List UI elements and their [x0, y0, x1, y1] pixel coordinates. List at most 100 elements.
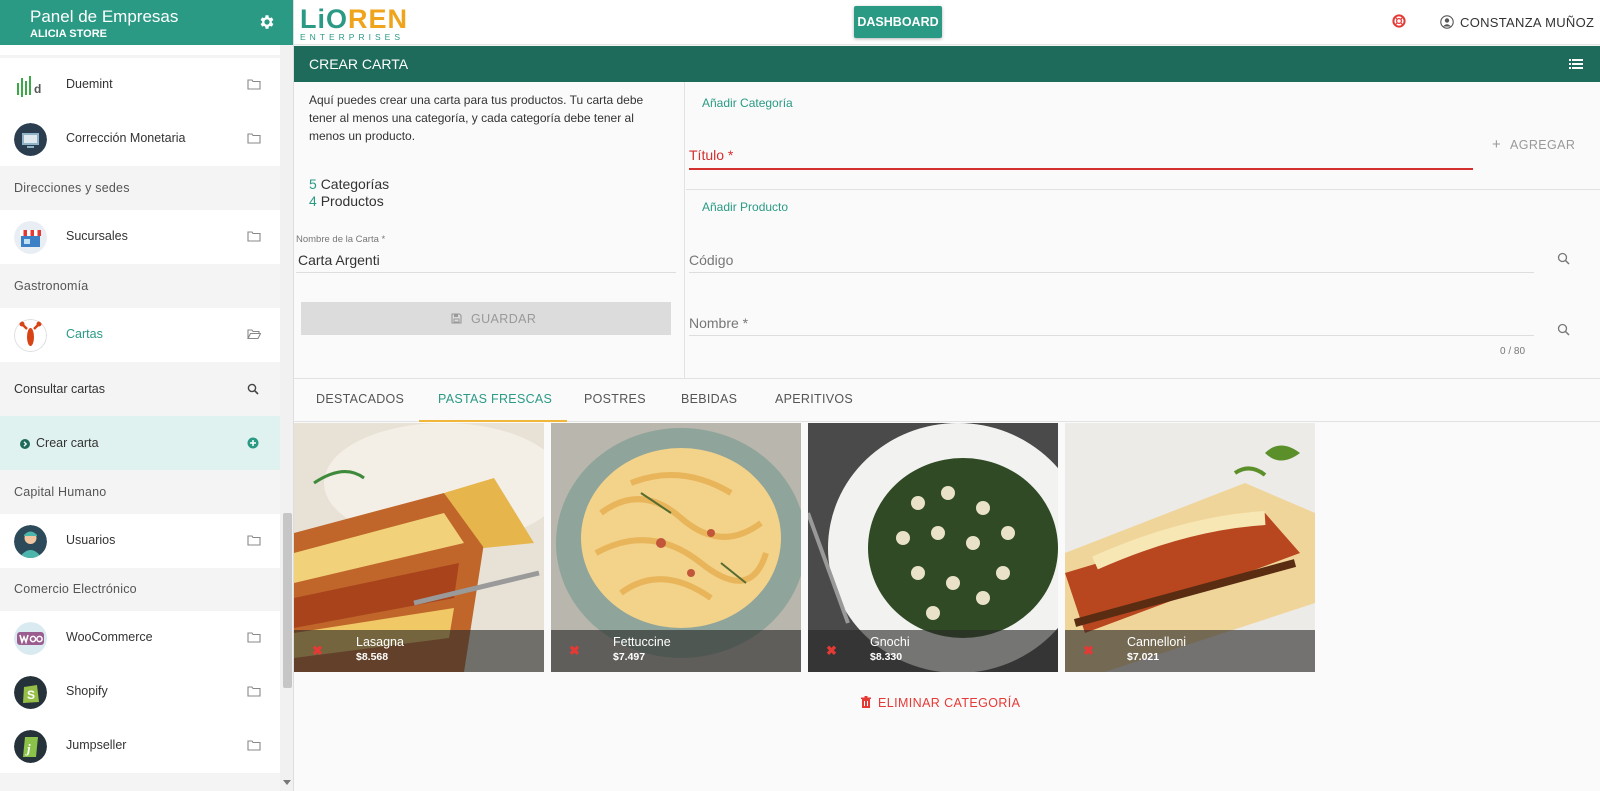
panel-title: CREAR CARTA: [309, 56, 409, 72]
section-header-direcciones: Direcciones y sedes: [14, 181, 130, 195]
gear-icon[interactable]: [258, 13, 276, 31]
nombre-underline: [689, 335, 1534, 336]
products-label: Productos: [320, 193, 384, 209]
logo-text-a: LiO: [300, 4, 348, 34]
save-icon: [451, 313, 462, 324]
sidebar-item-label: Corrección Monetaria: [66, 131, 186, 145]
sidebar-item-label: WooCommerce: [66, 630, 153, 644]
remove-product-icon[interactable]: ✖: [826, 643, 837, 659]
dashboard-button[interactable]: DASHBOARD: [854, 6, 942, 38]
sidebar-item-label: Sucursales: [66, 229, 128, 243]
search-icon: [247, 383, 259, 395]
product-card[interactable]: ✖ Fettuccine $7.497: [551, 423, 801, 672]
product-card[interactable]: ✖ Cannelloni $7.021: [1065, 423, 1315, 672]
woocommerce-icon: [14, 622, 47, 655]
tab-pastas-frescas[interactable]: PASTAS FRESCAS: [438, 392, 552, 406]
sidebar-item-label: Duemint: [66, 77, 113, 91]
folder-icon: [247, 231, 261, 242]
product-name: Cannelloni: [1127, 635, 1187, 649]
user-account-icon[interactable]: [1440, 15, 1454, 29]
counts: 5 Categorías 4 Productos: [309, 176, 389, 210]
store-name: ALICIA STORE: [30, 28, 108, 40]
categories-label: Categorías: [320, 176, 390, 192]
sidebar-item-shopify[interactable]: S Shopify: [0, 665, 280, 719]
save-button[interactable]: GUARDAR: [301, 302, 671, 335]
titulo-underline: [689, 168, 1473, 170]
lobster-icon: [14, 319, 47, 352]
plus-icon: +: [1492, 136, 1502, 153]
panel-title: Panel de Empresas: [30, 7, 179, 26]
product-card[interactable]: ✖ Gnochi $8.330: [808, 423, 1058, 672]
product-name: Lasagna: [356, 635, 404, 649]
panel-header: CREAR CARTA: [294, 46, 1600, 82]
brand-logo[interactable]: LiOREN ENTERPRISES: [300, 4, 408, 42]
sidebar-item-label: Usuarios: [66, 533, 116, 547]
nombre-input[interactable]: Nombre *: [689, 315, 748, 331]
category-tabs: DESTACADOS PASTAS FRESCAS POSTRES BEBIDA…: [294, 378, 1600, 422]
titulo-input[interactable]: Título *: [689, 147, 733, 163]
tab-destacados[interactable]: DESTACADOS: [316, 392, 404, 406]
sidebar-item-correccion-monetaria[interactable]: Corrección Monetaria: [0, 112, 280, 166]
sidebar-sub-label: Crear carta: [36, 436, 99, 450]
sidebar-sub-consultar-cartas[interactable]: Consultar cartas: [0, 362, 280, 416]
shopify-icon: S: [14, 676, 47, 709]
categories-count: 5: [309, 176, 317, 192]
logo-subtitle: ENTERPRISES: [300, 32, 404, 42]
product-price: $7.497: [613, 651, 646, 663]
remove-product-icon[interactable]: ✖: [1083, 643, 1094, 659]
carta-name-label: Nombre de la Carta *: [296, 234, 386, 245]
add-category-title: Añadir Categoría: [702, 96, 793, 110]
section-header-comercio-electronico: Comercio Electrónico: [14, 582, 137, 596]
add-category-button[interactable]: + AGREGAR: [1492, 136, 1575, 153]
product-card[interactable]: ✖ Lasagna $8.568: [294, 423, 544, 672]
store-icon: [14, 221, 47, 254]
list-view-icon[interactable]: [1569, 57, 1583, 71]
tab-bebidas[interactable]: BEBIDAS: [681, 392, 737, 406]
product-overlay: ✖ Fettuccine $7.497: [551, 630, 801, 672]
remove-product-icon[interactable]: ✖: [569, 643, 580, 659]
section-header-gastronomia: Gastronomía: [14, 279, 89, 293]
sidebar-item-sucursales[interactable]: Sucursales: [0, 210, 280, 264]
nombre-char-counter: 0 / 80: [1500, 346, 1526, 357]
sidebar-scrollbar-thumb[interactable]: [283, 513, 292, 688]
svg-text:S: S: [27, 688, 35, 702]
sidebar-item-duemint[interactable]: d Duemint: [0, 58, 280, 112]
carta-info-panel: Aquí puedes crear una carta para tus pro…: [294, 82, 685, 378]
tab-postres[interactable]: POSTRES: [584, 392, 646, 406]
folder-icon: [247, 133, 261, 144]
product-overlay: ✖ Gnochi $8.330: [808, 630, 1058, 672]
search-codigo-icon[interactable]: [1557, 252, 1570, 265]
correccion-monetaria-icon: [14, 123, 47, 156]
section-header-capital-humano: Capital Humano: [14, 485, 107, 499]
codigo-underline: [689, 272, 1534, 273]
save-label: GUARDAR: [471, 312, 537, 326]
folder-open-icon: [247, 329, 261, 340]
sidebar-sub-crear-carta[interactable]: Crear carta: [0, 416, 280, 470]
section-divider: [686, 189, 1600, 190]
sidebar-sub-label: Consultar cartas: [14, 382, 106, 396]
logo-text-b: REN: [348, 4, 409, 34]
sidebar-item-usuarios[interactable]: Usuarios: [0, 514, 280, 568]
sidebar-item-jumpseller[interactable]: j Jumpseller: [0, 719, 280, 773]
product-name: Fettuccine: [613, 635, 671, 649]
lifebuoy-help-icon[interactable]: [1392, 14, 1406, 28]
sidebar-item-woocommerce[interactable]: WooCommerce: [0, 611, 280, 665]
user-avatar-icon: [14, 525, 47, 558]
product-name: Gnochi: [870, 635, 910, 649]
active-tab-indicator: [419, 420, 567, 422]
scroll-down-arrow-icon[interactable]: [283, 780, 291, 786]
chevron-circle-icon: [20, 439, 30, 449]
carta-name-input[interactable]: Carta Argenti: [298, 252, 380, 268]
sidebar-item-label: Shopify: [66, 684, 108, 698]
delete-category-label: ELIMINAR CATEGORÍA: [878, 696, 1021, 710]
sidebar-item-cartas[interactable]: Cartas: [0, 308, 280, 362]
codigo-input[interactable]: Código: [689, 252, 733, 268]
sidebar-header: Panel de Empresas ALICIA STORE: [0, 0, 293, 45]
search-nombre-icon[interactable]: [1557, 323, 1570, 336]
delete-category-button[interactable]: ELIMINAR CATEGORÍA: [860, 696, 1020, 710]
remove-product-icon[interactable]: ✖: [312, 643, 323, 659]
tab-aperitivos[interactable]: APERITIVOS: [775, 392, 853, 406]
user-name[interactable]: CONSTANZA MUÑOZ: [1460, 15, 1594, 30]
jumpseller-icon: j: [14, 730, 47, 763]
sidebar-item-label: Cartas: [66, 327, 103, 341]
